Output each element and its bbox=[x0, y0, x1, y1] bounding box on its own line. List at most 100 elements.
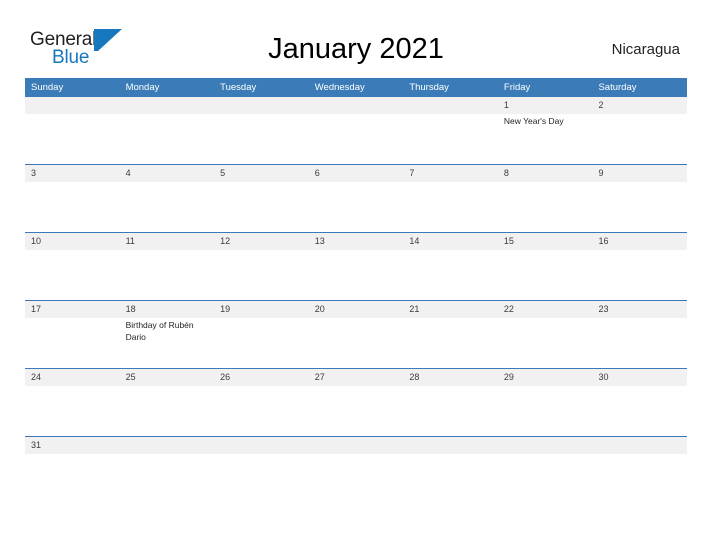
day-number[interactable]: 2 bbox=[592, 97, 687, 114]
day-cell[interactable] bbox=[309, 386, 404, 436]
day-cell[interactable] bbox=[403, 114, 498, 164]
day-number[interactable] bbox=[498, 437, 593, 454]
day-number[interactable]: 17 bbox=[25, 301, 120, 318]
day-number[interactable]: 24 bbox=[25, 369, 120, 386]
day-number[interactable]: 21 bbox=[403, 301, 498, 318]
day-number[interactable]: 23 bbox=[592, 301, 687, 318]
day-cell[interactable] bbox=[592, 318, 687, 368]
week-daynumber-band: 31 bbox=[25, 437, 687, 454]
day-cell[interactable] bbox=[25, 318, 120, 368]
day-number[interactable]: 5 bbox=[214, 165, 309, 182]
day-cell[interactable] bbox=[309, 114, 404, 164]
day-number[interactable] bbox=[592, 437, 687, 454]
week-event-band bbox=[25, 250, 687, 300]
calendar-grid: Sunday Monday Tuesday Wednesday Thursday… bbox=[25, 78, 687, 454]
day-number[interactable] bbox=[214, 97, 309, 114]
day-number[interactable]: 27 bbox=[309, 369, 404, 386]
week-event-band: Birthday of Rubén Dario bbox=[25, 318, 687, 368]
day-cell[interactable] bbox=[120, 182, 215, 232]
weekday-header-monday: Monday bbox=[125, 82, 160, 93]
day-number[interactable] bbox=[403, 437, 498, 454]
day-cell[interactable] bbox=[498, 250, 593, 300]
day-cell[interactable] bbox=[592, 114, 687, 164]
day-number[interactable]: 16 bbox=[592, 233, 687, 250]
week-daynumber-band: 1 2 bbox=[25, 97, 687, 114]
day-number[interactable]: 4 bbox=[120, 165, 215, 182]
day-number[interactable]: 14 bbox=[403, 233, 498, 250]
week-row: 10 11 12 13 14 15 16 bbox=[25, 232, 687, 300]
day-cell[interactable] bbox=[403, 182, 498, 232]
general-blue-logo[interactable]: General Blue bbox=[30, 29, 130, 71]
day-cell[interactable] bbox=[403, 250, 498, 300]
day-number[interactable]: 6 bbox=[309, 165, 404, 182]
day-number[interactable]: 18 bbox=[120, 301, 215, 318]
day-cell[interactable] bbox=[498, 318, 593, 368]
day-number[interactable]: 10 bbox=[25, 233, 120, 250]
day-cell[interactable] bbox=[403, 318, 498, 368]
event-label: New Year's Day bbox=[503, 116, 564, 126]
day-number[interactable] bbox=[25, 97, 120, 114]
day-cell[interactable] bbox=[214, 250, 309, 300]
day-cell[interactable] bbox=[214, 182, 309, 232]
day-number[interactable] bbox=[309, 437, 404, 454]
day-number[interactable]: 28 bbox=[403, 369, 498, 386]
day-number[interactable]: 20 bbox=[309, 301, 404, 318]
weekday-header-tuesday: Tuesday bbox=[220, 82, 257, 93]
week-event-band: New Year's Day bbox=[25, 114, 687, 164]
day-cell[interactable] bbox=[120, 114, 215, 164]
day-cell[interactable] bbox=[120, 386, 215, 436]
weekday-header-row: Sunday Monday Tuesday Wednesday Thursday… bbox=[25, 78, 687, 97]
logo-flag-triangle bbox=[98, 29, 122, 51]
day-number[interactable] bbox=[120, 97, 215, 114]
day-cell[interactable] bbox=[309, 318, 404, 368]
day-number[interactable]: 12 bbox=[214, 233, 309, 250]
weekday-header-thursday: Thursday bbox=[409, 82, 449, 93]
day-cell[interactable]: New Year's Day bbox=[498, 114, 593, 164]
day-number[interactable]: 25 bbox=[120, 369, 215, 386]
day-number[interactable]: 15 bbox=[498, 233, 593, 250]
day-cell[interactable] bbox=[592, 250, 687, 300]
day-cell[interactable] bbox=[214, 318, 309, 368]
day-cell[interactable] bbox=[309, 250, 404, 300]
logo-flag-icon bbox=[94, 29, 122, 51]
day-number[interactable] bbox=[403, 97, 498, 114]
day-cell[interactable] bbox=[25, 386, 120, 436]
event-label: Birthday of Rubén Dario bbox=[125, 320, 194, 342]
day-number[interactable]: 3 bbox=[25, 165, 120, 182]
week-daynumber-band: 3 4 5 6 7 8 9 bbox=[25, 165, 687, 182]
day-cell[interactable] bbox=[592, 182, 687, 232]
day-number[interactable] bbox=[309, 97, 404, 114]
day-number[interactable] bbox=[214, 437, 309, 454]
day-number[interactable]: 30 bbox=[592, 369, 687, 386]
day-cell[interactable] bbox=[309, 182, 404, 232]
day-cell[interactable] bbox=[25, 250, 120, 300]
day-number[interactable]: 26 bbox=[214, 369, 309, 386]
day-number[interactable]: 13 bbox=[309, 233, 404, 250]
day-number[interactable]: 8 bbox=[498, 165, 593, 182]
day-cell[interactable] bbox=[592, 386, 687, 436]
logo-text-blue: Blue bbox=[52, 47, 90, 68]
day-cell[interactable] bbox=[214, 114, 309, 164]
weekday-header-wednesday: Wednesday bbox=[314, 82, 365, 93]
day-cell[interactable] bbox=[498, 386, 593, 436]
day-cell[interactable] bbox=[403, 386, 498, 436]
weekday-header-friday: Friday bbox=[503, 82, 531, 93]
day-number[interactable]: 11 bbox=[120, 233, 215, 250]
day-number[interactable]: 31 bbox=[25, 437, 120, 454]
day-cell[interactable]: Birthday of Rubén Dario bbox=[120, 318, 215, 368]
week-daynumber-band: 10 11 12 13 14 15 16 bbox=[25, 233, 687, 250]
day-number[interactable]: 22 bbox=[498, 301, 593, 318]
day-cell[interactable] bbox=[25, 182, 120, 232]
day-cell[interactable] bbox=[25, 114, 120, 164]
day-number[interactable]: 1 bbox=[498, 97, 593, 114]
day-number[interactable]: 9 bbox=[592, 165, 687, 182]
day-cell[interactable] bbox=[214, 386, 309, 436]
day-cell[interactable] bbox=[120, 250, 215, 300]
day-number[interactable]: 19 bbox=[214, 301, 309, 318]
week-daynumber-band: 24 25 26 27 28 29 30 bbox=[25, 369, 687, 386]
calendar-page: General Blue January 2021 Nicaragua Sund… bbox=[0, 0, 712, 550]
day-number[interactable]: 29 bbox=[498, 369, 593, 386]
day-cell[interactable] bbox=[498, 182, 593, 232]
day-number[interactable]: 7 bbox=[403, 165, 498, 182]
day-number[interactable] bbox=[120, 437, 215, 454]
